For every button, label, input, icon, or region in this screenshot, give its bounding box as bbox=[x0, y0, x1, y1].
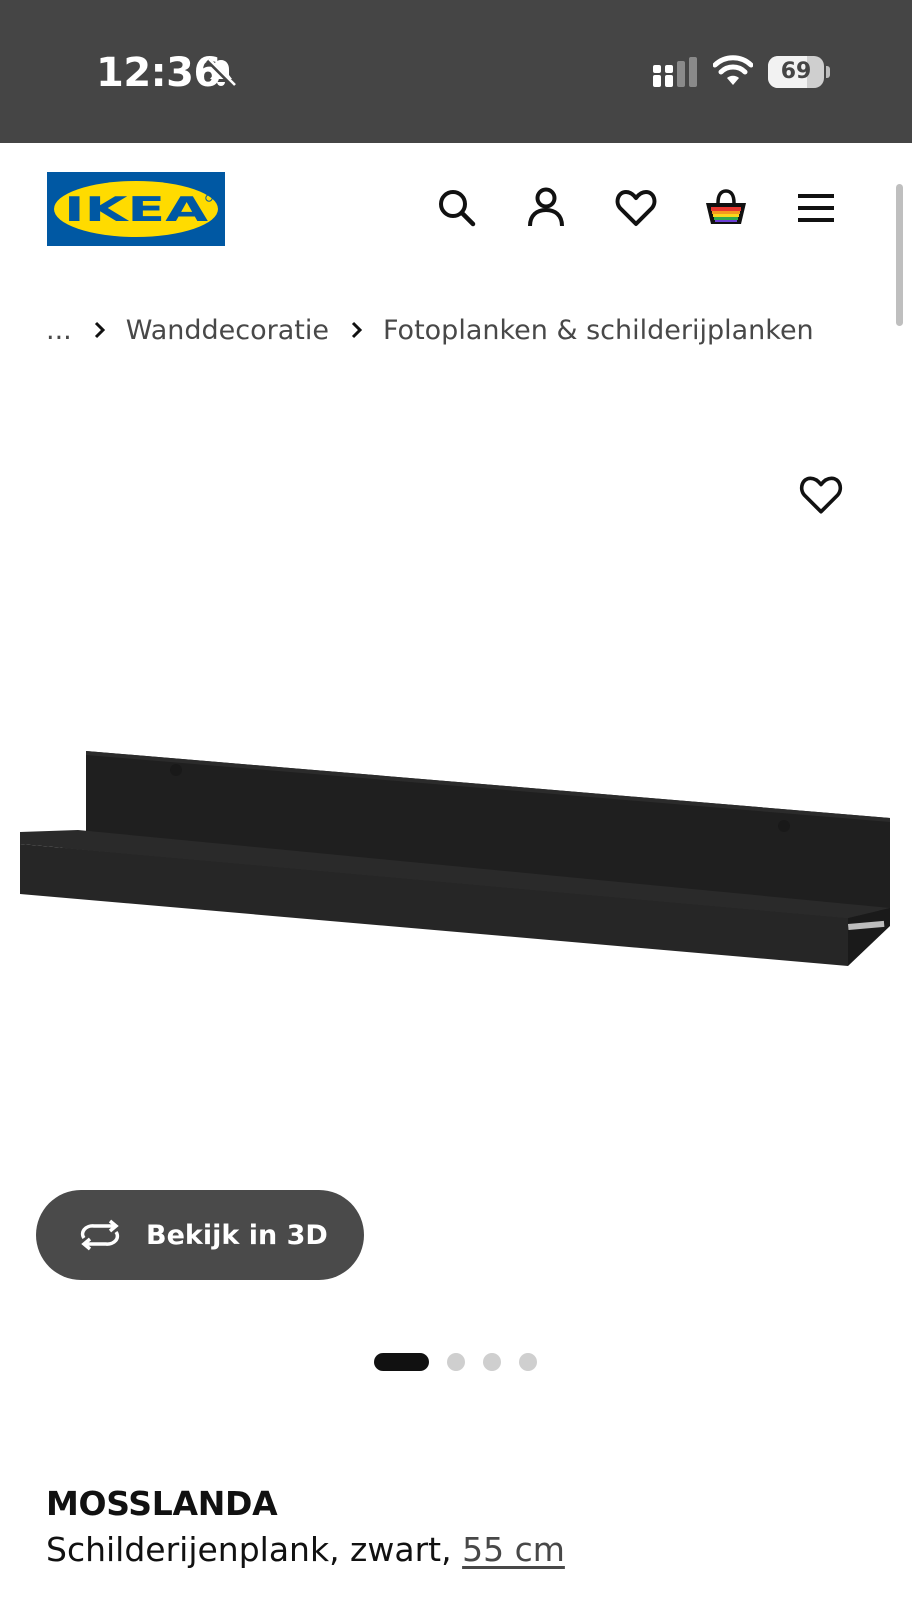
rotate-3d-icon bbox=[80, 1219, 120, 1251]
heart-icon bbox=[615, 190, 657, 226]
ikea-logo[interactable]: IKEA bbox=[47, 172, 225, 246]
product-image[interactable] bbox=[14, 740, 898, 976]
battery-body: 69 bbox=[768, 56, 824, 88]
bell-muted-icon bbox=[206, 58, 236, 88]
status-bar: 12:36 69 bbox=[0, 0, 912, 143]
carousel-dot-2[interactable] bbox=[447, 1353, 465, 1371]
product-page: 12:36 69 IKEA ... Wanddecoratie Fotoplan… bbox=[0, 0, 912, 1600]
carousel-dot-3[interactable] bbox=[483, 1353, 501, 1371]
breadcrumb-item-wanddecoratie[interactable]: Wanddecoratie bbox=[126, 315, 329, 346]
battery-percentage: 69 bbox=[780, 59, 812, 84]
product-description-text: Schilderijenplank, zwart, bbox=[46, 1530, 452, 1569]
favourites-button[interactable] bbox=[614, 186, 658, 230]
battery-indicator: 69 bbox=[768, 56, 832, 90]
search-icon bbox=[439, 190, 476, 227]
view-in-3d-label: Bekijk in 3D bbox=[146, 1219, 328, 1251]
account-button[interactable] bbox=[524, 186, 568, 230]
status-time: 12:36 bbox=[96, 50, 221, 96]
scrollbar[interactable] bbox=[896, 184, 903, 326]
heart-icon bbox=[799, 476, 843, 514]
carousel-dot-4[interactable] bbox=[519, 1353, 537, 1371]
add-to-favourites-button[interactable] bbox=[798, 472, 844, 518]
breadcrumb-item-fotoplanken[interactable]: Fotoplanken & schilderijplanken bbox=[383, 315, 814, 346]
product-description: Schilderijenplank, zwart, 55 cm bbox=[46, 1530, 565, 1569]
battery-tip bbox=[826, 66, 830, 78]
hamburger-menu-icon bbox=[798, 194, 834, 222]
breadcrumb: ... Wanddecoratie Fotoplanken & schilder… bbox=[46, 312, 814, 348]
breadcrumb-ellipsis[interactable]: ... bbox=[46, 315, 72, 346]
chevron-right-icon bbox=[351, 321, 363, 339]
view-in-3d-button[interactable]: Bekijk in 3D bbox=[36, 1190, 364, 1280]
menu-button[interactable] bbox=[794, 186, 838, 230]
ikea-logo-text: IKEA bbox=[64, 190, 209, 230]
carousel-dots bbox=[374, 1352, 555, 1372]
basket-button[interactable] bbox=[704, 186, 748, 230]
account-icon bbox=[528, 187, 564, 227]
cellular-signal-icon bbox=[653, 57, 697, 87]
basket-icon bbox=[706, 189, 746, 224]
search-button[interactable] bbox=[435, 186, 479, 230]
product-name: MOSSLANDA bbox=[46, 1484, 278, 1523]
chevron-right-icon bbox=[94, 321, 106, 339]
carousel-dot-1[interactable] bbox=[374, 1353, 429, 1371]
wifi-icon bbox=[713, 55, 753, 85]
product-size-link[interactable]: 55 cm bbox=[462, 1530, 565, 1569]
